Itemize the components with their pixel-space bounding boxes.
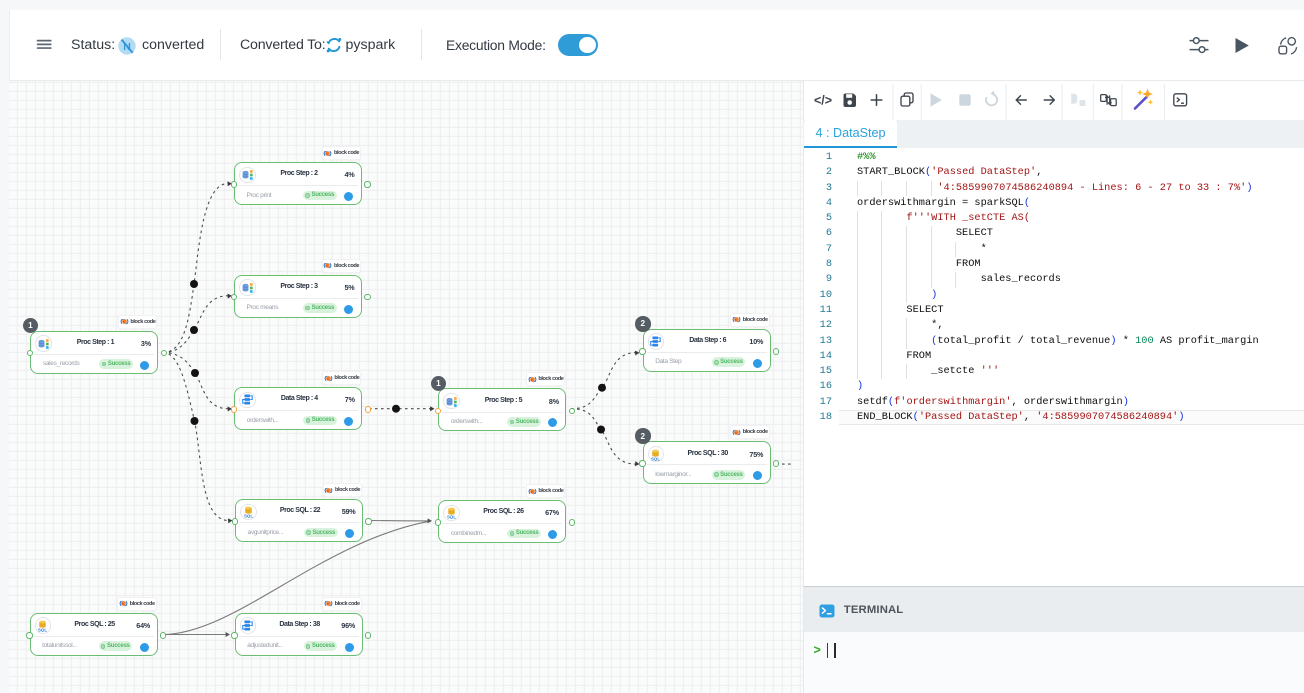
svg-text:</>: </> [814, 94, 832, 108]
svg-text:SQL: SQL [651, 456, 660, 460]
svg-text:SQL: SQL [244, 514, 253, 518]
svg-text:SQL: SQL [447, 515, 456, 519]
svg-text:SQL: SQL [38, 628, 47, 632]
